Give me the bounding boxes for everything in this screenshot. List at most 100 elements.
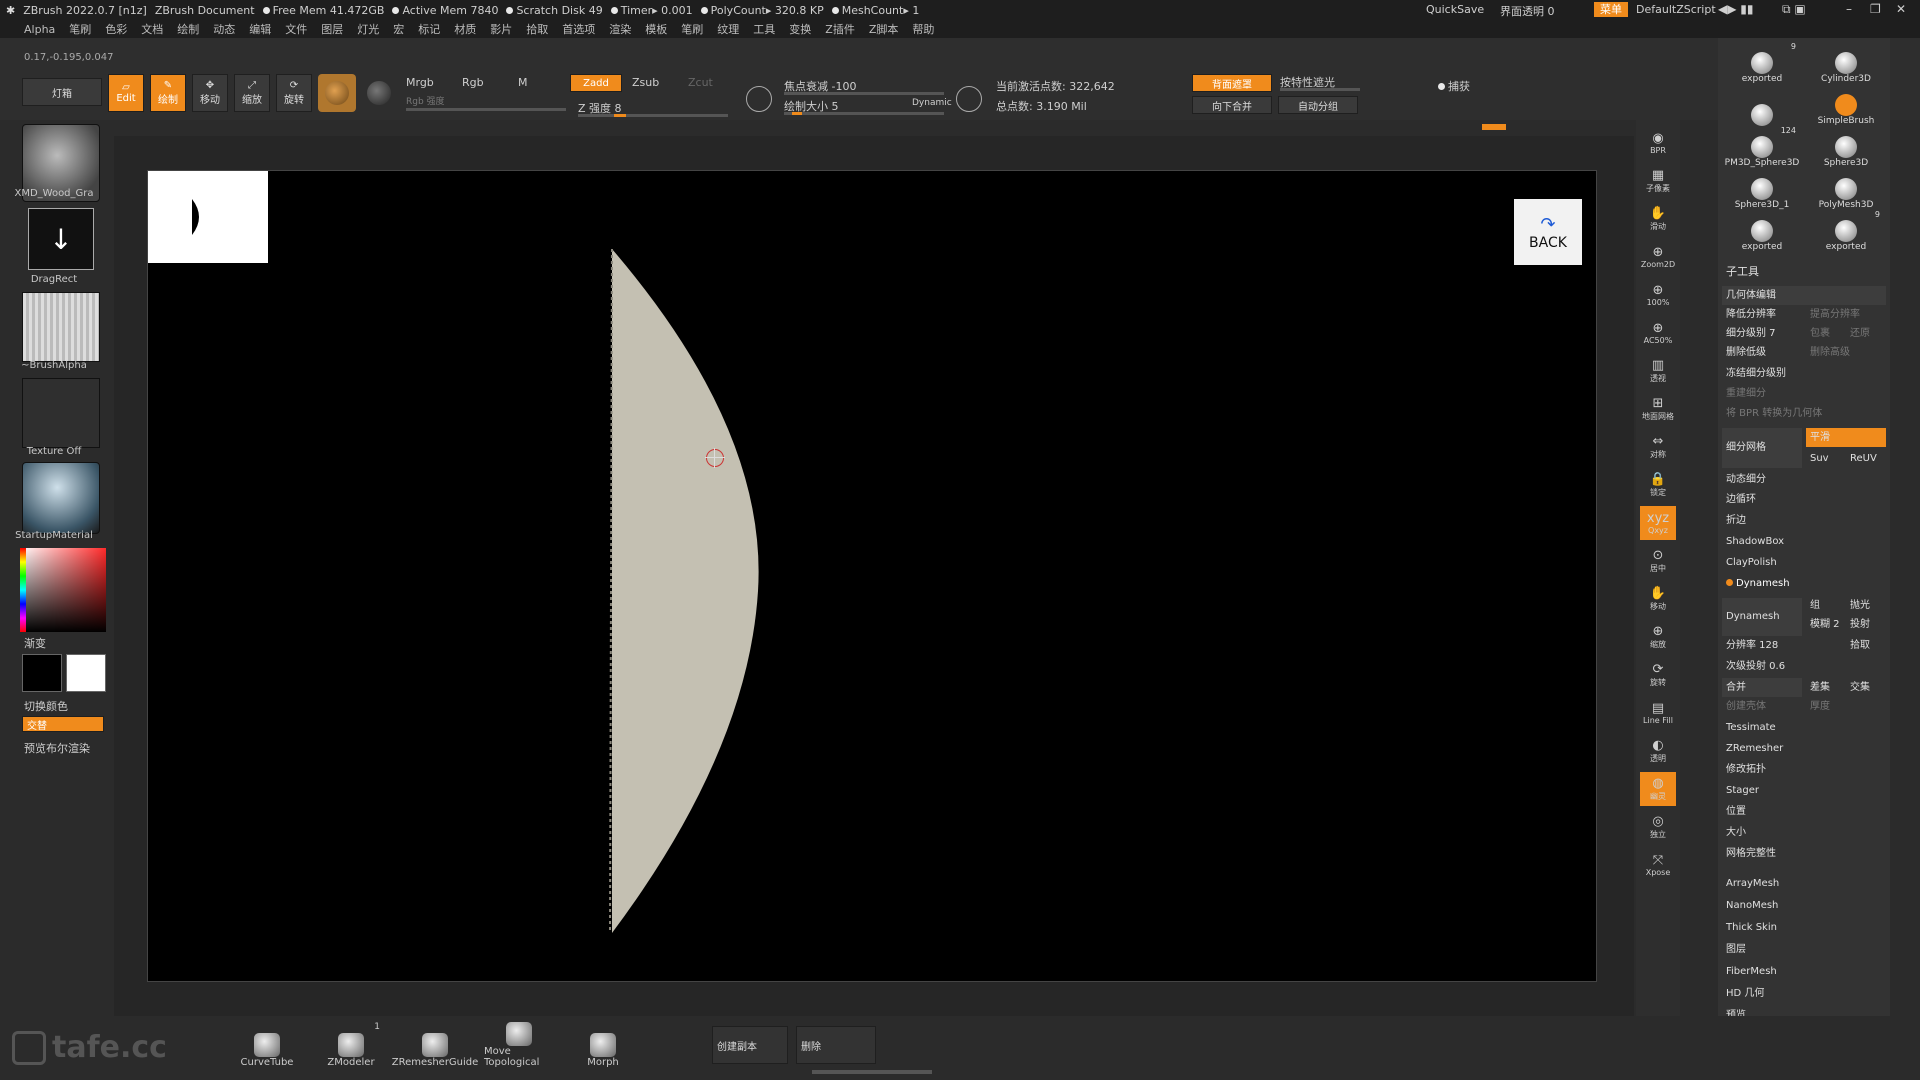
z-intensity-track[interactable] bbox=[578, 114, 728, 117]
menu-item[interactable]: 色彩 bbox=[105, 21, 127, 37]
shelf-button-3[interactable]: ⊕ Zoom2D bbox=[1640, 240, 1676, 274]
backface-mask-button[interactable]: 背面遮罩 bbox=[1192, 74, 1272, 92]
menu-item[interactable]: 绘制 bbox=[177, 21, 199, 37]
hd-geometry-section[interactable]: HD 几何 bbox=[1722, 984, 1886, 1003]
rgb-intensity-slider[interactable]: Rgb 强度 bbox=[406, 94, 445, 107]
shelf-button-9[interactable]: 🔒 锁定 bbox=[1640, 468, 1676, 502]
nanomesh-section[interactable]: NanoMesh bbox=[1722, 896, 1886, 915]
subtract-button[interactable]: 差集 bbox=[1806, 678, 1846, 697]
tool-thumbnail[interactable]: SimpleBrush bbox=[1806, 82, 1886, 126]
draw-button[interactable]: ✎ 绘制 bbox=[150, 74, 186, 112]
back-view-cube[interactable]: ↷ BACK bbox=[1514, 199, 1582, 265]
pick-button[interactable]: 拾取 bbox=[1846, 636, 1886, 655]
menu-item[interactable]: 文件 bbox=[285, 21, 307, 37]
zcut-button[interactable]: Zcut bbox=[688, 76, 713, 89]
tool-thumbnail[interactable]: 9 exported bbox=[1722, 40, 1802, 84]
thickness-slider[interactable]: 厚度 bbox=[1806, 697, 1886, 716]
shelf-button-12[interactable]: ✋ 移动 bbox=[1640, 582, 1676, 616]
move-button[interactable]: ✥ 移动 bbox=[192, 74, 228, 112]
color-picker[interactable] bbox=[20, 548, 106, 632]
shelf-button-17[interactable]: ◍ 幽灵 bbox=[1640, 772, 1676, 806]
zadd-button[interactable]: Zadd bbox=[570, 74, 622, 92]
default-zscript-button[interactable]: DefaultZScript bbox=[1636, 3, 1716, 16]
menu-item[interactable]: 模板 bbox=[645, 21, 667, 37]
bottom-tool-button[interactable]: 1 ZModeler bbox=[316, 1018, 386, 1068]
focal-shift-track[interactable] bbox=[784, 92, 944, 95]
menu-item[interactable]: 文档 bbox=[141, 21, 163, 37]
bottom-scrollbar[interactable] bbox=[812, 1070, 932, 1074]
menu-item[interactable]: 材质 bbox=[454, 21, 476, 37]
thickskin-section[interactable]: Thick Skin bbox=[1722, 918, 1886, 937]
dynamic-toggle[interactable]: Dynamic bbox=[912, 98, 952, 108]
blur-slider[interactable]: 模糊 2 bbox=[1806, 615, 1846, 634]
mrgb-button[interactable]: Mrgb bbox=[406, 76, 434, 89]
menu-item[interactable]: 图层 bbox=[321, 21, 343, 37]
shelf-button-13[interactable]: ⊕ 缩放 bbox=[1640, 620, 1676, 654]
lower-res-button[interactable]: 降低分辨率 bbox=[1722, 305, 1802, 324]
preview-boolean-button[interactable]: 预览布尔渲染 bbox=[24, 740, 90, 756]
zsub-button[interactable]: Zsub bbox=[632, 76, 659, 89]
freeze-subdiv-button[interactable]: 冻结细分级别 bbox=[1722, 364, 1886, 383]
smooth-toggle[interactable]: 平滑 bbox=[1806, 428, 1886, 447]
switch-color-button[interactable]: 切换颜色 bbox=[24, 698, 68, 714]
crease-section[interactable]: 折边 bbox=[1722, 511, 1886, 530]
draw-size-knob[interactable] bbox=[792, 112, 802, 115]
z-intensity-knob[interactable] bbox=[614, 114, 626, 117]
reconstruct-subdiv-button[interactable]: 重建细分 bbox=[1722, 384, 1886, 403]
shadowbox-section[interactable]: ShadowBox bbox=[1722, 532, 1886, 551]
auto-group-button[interactable]: 自动分组 bbox=[1278, 96, 1358, 114]
menu-item[interactable]: 首选项 bbox=[562, 21, 595, 37]
menu-item[interactable]: 笔刷 bbox=[69, 21, 91, 37]
dynamic-brush-icon[interactable] bbox=[956, 86, 982, 112]
menu-item[interactable]: 宏 bbox=[393, 21, 404, 37]
shelf-button-16[interactable]: ◐ 透明 bbox=[1640, 734, 1676, 768]
delete-lower-button[interactable]: 删除低级 bbox=[1722, 343, 1802, 362]
reuv-toggle[interactable]: ReUV bbox=[1846, 449, 1886, 468]
tool-thumbnail[interactable]: Sphere3D_1 bbox=[1722, 166, 1802, 210]
tool-thumbnail[interactable]: 9 exported bbox=[1806, 208, 1886, 252]
shelf-button-4[interactable]: ⊕ 100% bbox=[1640, 278, 1676, 312]
create-shell-button[interactable]: 创建壳体 bbox=[1722, 697, 1802, 716]
modify-topology-section[interactable]: 修改拓扑 bbox=[1722, 760, 1886, 779]
tessimate-section[interactable]: Tessimate bbox=[1722, 718, 1886, 737]
higher-res-button[interactable]: 提高分辨率 bbox=[1806, 305, 1886, 324]
menu-item[interactable]: 编辑 bbox=[249, 21, 271, 37]
close-icon[interactable]: ✕ bbox=[1896, 2, 1906, 16]
dynamic-subdiv-section[interactable]: 动态细分 bbox=[1722, 470, 1886, 489]
tool-thumbnail[interactable]: Sphere3D bbox=[1806, 124, 1886, 168]
material-thumbnail[interactable] bbox=[22, 462, 100, 534]
suv-toggle[interactable]: Suv bbox=[1806, 449, 1846, 468]
minimize-icon[interactable]: – bbox=[1846, 2, 1852, 16]
tool-thumbnail[interactable]: 124 PM3D_Sphere3D bbox=[1722, 124, 1802, 168]
fibermesh-section[interactable]: FiberMesh bbox=[1722, 962, 1886, 981]
focal-shift-icon[interactable] bbox=[746, 86, 772, 112]
shelf-button-6[interactable]: ▥ 透视 bbox=[1640, 354, 1676, 388]
menu-item[interactable]: 工具 bbox=[753, 21, 775, 37]
tool-thumbnail[interactable] bbox=[1722, 82, 1802, 126]
shelf-button-11[interactable]: ⊙ 居中 bbox=[1640, 544, 1676, 578]
polish-toggle[interactable]: 抛光 bbox=[1846, 596, 1886, 615]
position-section[interactable]: 位置 bbox=[1722, 802, 1886, 821]
subtool-header[interactable]: 子工具 bbox=[1722, 262, 1886, 281]
groups-toggle[interactable]: 组 bbox=[1806, 596, 1846, 615]
ui-transparency-slider[interactable]: 界面透明 0 bbox=[1500, 3, 1555, 19]
capture-toggle[interactable]: 捕获 bbox=[1438, 78, 1470, 94]
stroke-thumbnail[interactable]: ↓ bbox=[28, 208, 94, 270]
shelf-button-18[interactable]: ◎ 独立 bbox=[1640, 810, 1676, 844]
draw-size-track[interactable] bbox=[784, 112, 944, 115]
menu-item[interactable]: Z脚本 bbox=[869, 21, 899, 37]
tool-thumbnail[interactable]: exported bbox=[1722, 208, 1802, 252]
lightbox-button[interactable]: 灯箱 bbox=[22, 78, 102, 106]
sub-projection-slider[interactable]: 次级投射 0.6 bbox=[1722, 657, 1886, 676]
tool-thumbnail[interactable]: Cylinder3D bbox=[1806, 40, 1886, 84]
dynamesh-button[interactable]: Dynamesh bbox=[1722, 598, 1802, 636]
menu-item[interactable]: 动态 bbox=[213, 21, 235, 37]
menu-item[interactable]: 帮助 bbox=[912, 21, 934, 37]
bottom-tool-button[interactable]: CurveTube bbox=[232, 1018, 302, 1068]
resolution-slider[interactable]: 分辨率 128 bbox=[1722, 636, 1846, 655]
stager-section[interactable]: Stager bbox=[1722, 781, 1886, 800]
menu-item[interactable]: Z插件 bbox=[825, 21, 855, 37]
shelf-button-1[interactable]: ▦ 子像素 bbox=[1640, 164, 1676, 198]
menu-item[interactable]: 笔刷 bbox=[681, 21, 703, 37]
merge-button[interactable]: 合并 bbox=[1722, 678, 1802, 697]
